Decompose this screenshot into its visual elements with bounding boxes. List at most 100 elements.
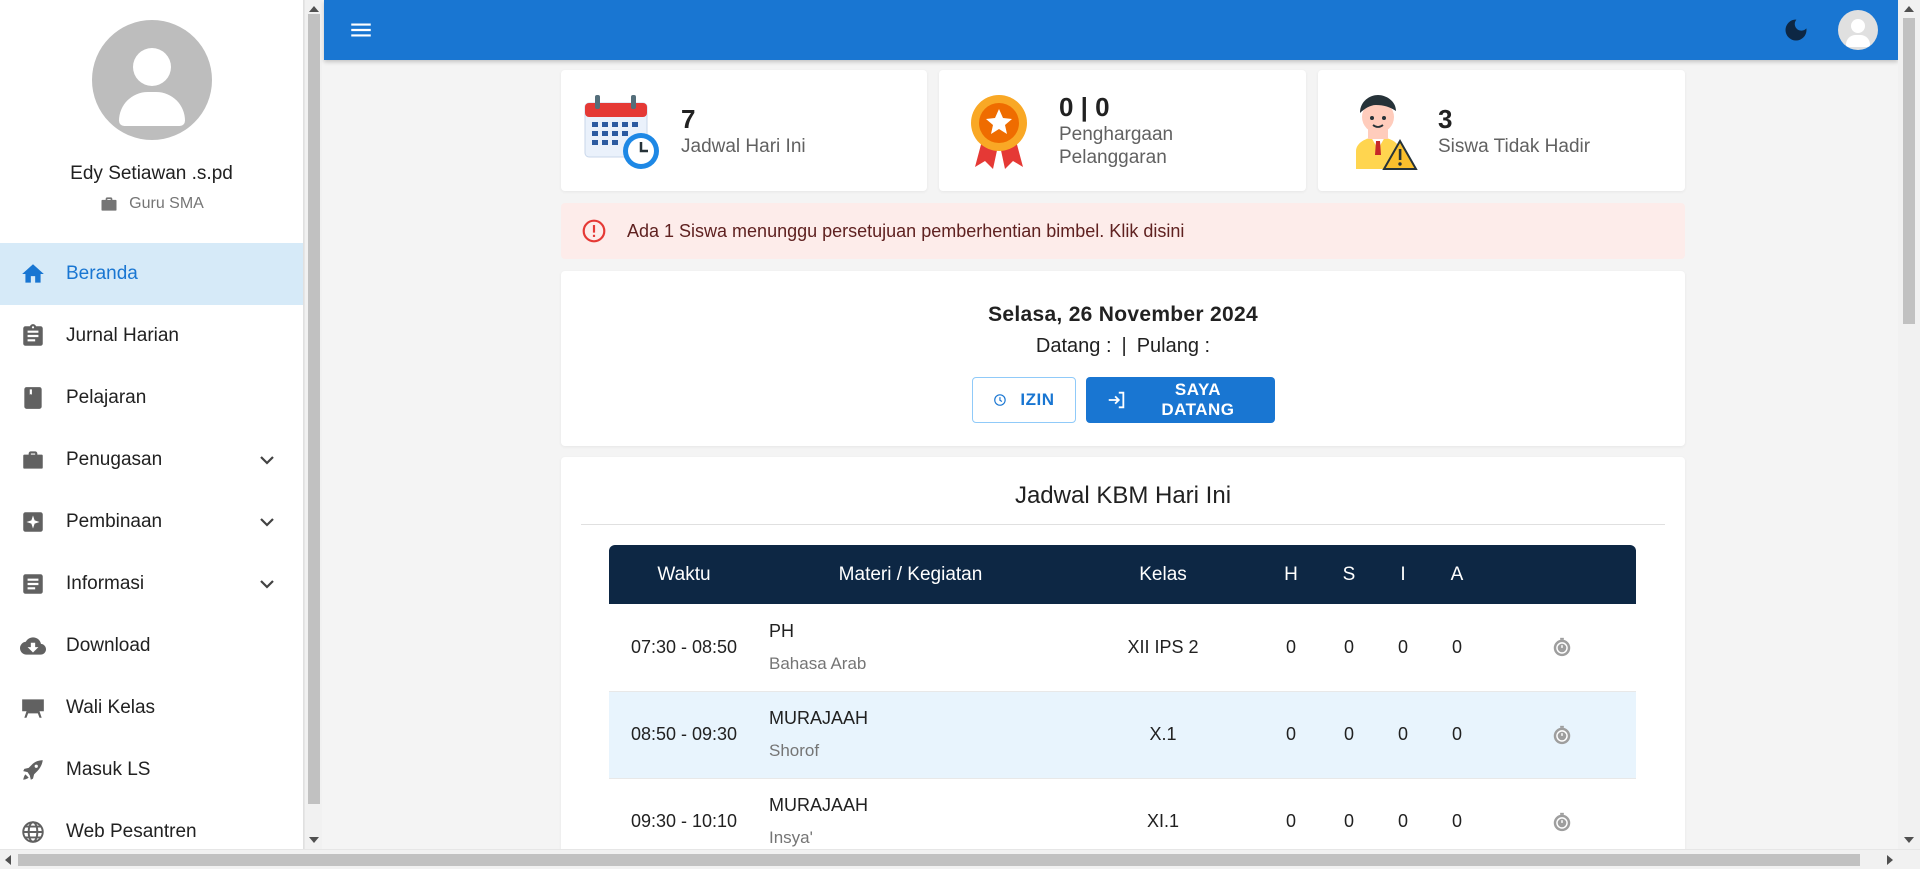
column-header: S (1342, 563, 1356, 585)
materi-title: MURAJAAH (769, 708, 869, 728)
sidebar-scroll-thumb[interactable] (308, 14, 320, 804)
sidebar-item-wali-kelas[interactable]: Wali Kelas (0, 677, 303, 739)
sidebar-item-informasi[interactable]: Informasi (0, 553, 303, 615)
materi-cell: PH Bahasa Arab (759, 604, 1062, 691)
sidebar-item-label: Penugasan (66, 449, 163, 470)
scroll-up-arrow[interactable] (1904, 6, 1914, 12)
horizontal-scroll-thumb[interactable] (18, 854, 1860, 866)
materi-cell: MURAJAAH Insya' (759, 778, 1062, 857)
saya-datang-button[interactable]: SAYA DATANG (1085, 377, 1275, 423)
timer-icon[interactable] (1551, 724, 1573, 746)
sidebar-item-masuk-ls[interactable]: Masuk LS (0, 739, 303, 801)
sidebar-item-jurnal-harian[interactable]: Jurnal Harian (0, 305, 303, 367)
article-icon (23, 574, 43, 594)
moon-icon[interactable] (1782, 16, 1810, 44)
scroll-right-arrow[interactable] (1887, 855, 1893, 865)
sidebar-item-label: Masuk LS (66, 759, 151, 780)
alert-text: Ada 1 Siswa menunggu persetujuan pemberh… (627, 220, 1185, 241)
izin-button[interactable]: IZIN (971, 377, 1076, 423)
column-header: Materi / Kegiatan (838, 563, 983, 585)
timer-icon[interactable] (1551, 811, 1573, 833)
scroll-down-arrow[interactable] (1904, 837, 1914, 843)
main-scrollbar[interactable] (1898, 0, 1920, 849)
column-header: A (1450, 563, 1464, 585)
clipboard-icon (23, 324, 43, 346)
stat-value: 7 (681, 103, 696, 134)
table-row: 08:50 - 09:30 MURAJAAH Shorof X.1 0 0 0 0 (609, 691, 1636, 778)
sidebar-item-label: Wali Kelas (66, 697, 156, 718)
sidebar-item-label: Pelajaran (66, 387, 147, 408)
kelas-cell: X.1 (1149, 724, 1177, 744)
briefcase-icon (23, 451, 43, 469)
column-header: Kelas (1139, 563, 1187, 585)
materi-subject: Insya' (769, 828, 813, 847)
chevron-down-icon (260, 518, 274, 527)
kelas-cell: XI.1 (1146, 811, 1180, 831)
student-warning-icon (1356, 94, 1418, 170)
avatar (91, 20, 212, 140)
schedule-card: Jadwal KBM Hari Ini Waktu Materi / Kegia… (561, 457, 1685, 857)
easel-icon (22, 699, 44, 718)
i-cell: 0 (1397, 636, 1408, 657)
i-cell: 0 (1397, 811, 1408, 831)
sidebar-item-label: Beranda (66, 263, 138, 284)
column-header: H (1284, 563, 1298, 585)
s-cell: 0 (1343, 811, 1354, 831)
action-cell (1488, 691, 1636, 778)
sidebar-item-download[interactable]: Download (0, 615, 303, 677)
chevron-down-icon (260, 456, 274, 465)
scroll-down-arrow[interactable] (309, 837, 319, 843)
stat-label: Jadwal Hari Ini (681, 135, 806, 157)
presence-card: Selasa, 26 November 2024 Datang : | Pulang… (561, 271, 1685, 446)
schedule-table: Waktu Materi / Kegiatan Kelas H S I A 07… (609, 545, 1636, 857)
sidebar: Edy Setiawan .s.pd Guru SMA Beranda Jurn… (0, 0, 304, 849)
home-icon (22, 264, 44, 283)
materi-subject: Bahasa Arab (769, 653, 867, 673)
stat-value: 3 (1438, 103, 1453, 134)
top-bar (324, 0, 1898, 60)
stat-card-penghargaan[interactable]: 0 | 0 Penghargaan Pelanggaran (939, 70, 1306, 191)
sidebar-item-label: Web Pesantren (66, 821, 197, 842)
sidebar-item-web-pesantren[interactable]: Web Pesantren (0, 801, 303, 849)
a-cell: 0 (1451, 811, 1462, 831)
sidebar-scrollbar[interactable] (304, 0, 322, 849)
waktu-cell: 09:30 - 10:10 (630, 811, 738, 831)
error-outline-icon (582, 219, 606, 243)
sidebar-item-penugasan[interactable]: Penugasan (0, 429, 303, 491)
action-cell (1488, 604, 1636, 691)
column-header-action (1488, 545, 1636, 604)
pulang-label: Pulang : (1136, 335, 1211, 357)
alert-pending-approval[interactable]: Ada 1 Siswa menunggu persetujuan pemberh… (561, 203, 1685, 259)
current-date: Selasa, 26 November 2024 (988, 303, 1258, 326)
account-avatar[interactable] (1838, 10, 1878, 50)
sidebar-item-label: Jurnal Harian (66, 325, 179, 346)
chevron-down-icon (260, 580, 274, 589)
sparkle-icon (23, 512, 43, 532)
horizontal-scrollbar[interactable] (0, 849, 1920, 869)
stat-card-siswa-tidak-hadir[interactable]: 3 Siswa Tidak Hadir (1318, 70, 1685, 191)
sidebar-item-beranda[interactable]: Beranda (0, 243, 303, 305)
materi-title: PH (769, 620, 795, 641)
menu-icon[interactable] (348, 17, 374, 43)
sidebar-item-label: Download (66, 635, 151, 656)
h-cell: 0 (1285, 724, 1296, 744)
stat-card-jadwal[interactable]: 7 Jadwal Hari Ini (561, 70, 927, 191)
stat-label: Penghargaan (1059, 124, 1174, 145)
s-cell: 0 (1343, 636, 1354, 657)
cloud-download-icon (20, 637, 46, 655)
scroll-left-arrow[interactable] (5, 855, 11, 865)
sidebar-item-label: Pembinaan (66, 511, 163, 532)
main-scroll-thumb[interactable] (1903, 18, 1915, 324)
book-icon (24, 387, 42, 409)
sidebar-nav: Beranda Jurnal Harian Pelajaran Penugasa… (0, 243, 303, 849)
i-cell: 0 (1397, 724, 1408, 744)
clock-icon (993, 394, 1006, 406)
sidebar-item-pembinaan[interactable]: Pembinaan (0, 491, 303, 553)
timer-icon[interactable] (1551, 636, 1573, 658)
table-row: 07:30 - 08:50 PH Bahasa Arab XII IPS 2 0 … (609, 604, 1636, 691)
scroll-up-arrow[interactable] (309, 6, 319, 12)
sidebar-item-pelajaran[interactable]: Pelajaran (0, 367, 303, 429)
user-role: Guru SMA (99, 194, 204, 214)
globe-icon (22, 821, 44, 843)
materi-cell: MURAJAAH Shorof (759, 691, 1062, 778)
